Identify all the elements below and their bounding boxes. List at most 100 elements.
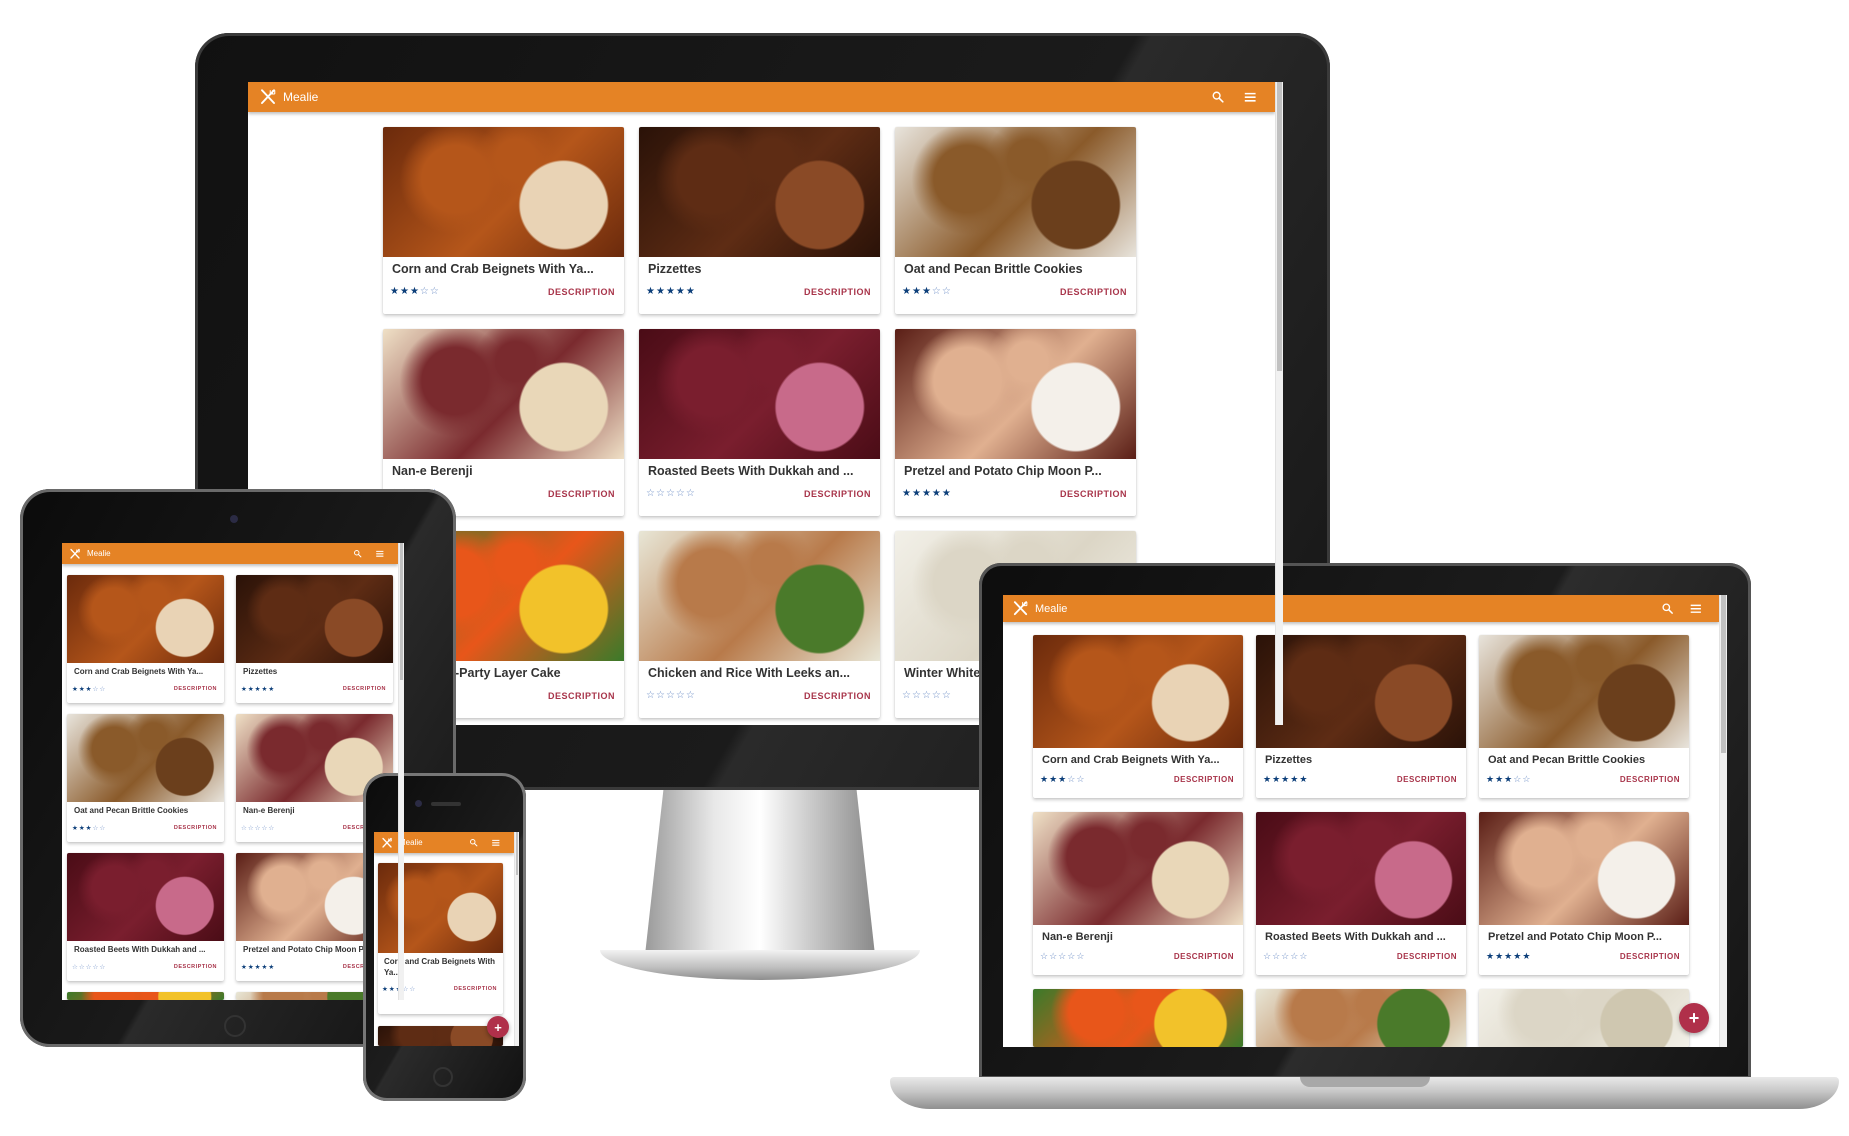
star-rating[interactable]: ★★★★★ — [646, 286, 696, 297]
recipe-image[interactable] — [67, 853, 224, 941]
search-icon[interactable] — [353, 549, 362, 558]
star-filled-icon[interactable]: ★ — [1504, 951, 1513, 961]
star-filled-icon[interactable]: ★ — [922, 488, 932, 499]
star-filled-icon[interactable]: ★ — [241, 686, 248, 693]
star-rating[interactable]: ☆☆☆☆☆ — [241, 824, 275, 832]
recipe-title[interactable]: Pizzettes — [639, 257, 880, 276]
star-filled-icon[interactable]: ★ — [389, 986, 396, 993]
recipe-card[interactable]: Pizzettes ★★★★★ DESCRIPTION — [1256, 635, 1466, 798]
star-empty-icon[interactable]: ☆ — [1076, 951, 1085, 961]
description-button[interactable]: DESCRIPTION — [804, 489, 871, 499]
star-filled-icon[interactable]: ★ — [932, 488, 942, 499]
recipe-image[interactable] — [67, 575, 224, 663]
recipe-card[interactable]: Pretzel and Potato Chip Moon P...★★★★★DE… — [1479, 812, 1689, 975]
recipe-title[interactable]: Pizzettes — [1256, 748, 1466, 766]
scrollbar-thumb[interactable] — [400, 543, 403, 681]
recipe-image[interactable] — [67, 714, 224, 802]
star-empty-icon[interactable]: ☆ — [932, 286, 942, 297]
description-button[interactable]: DESCRIPTION — [1174, 952, 1234, 961]
star-filled-icon[interactable]: ★ — [400, 286, 410, 297]
star-empty-icon[interactable]: ☆ — [1076, 774, 1085, 784]
recipe-image[interactable] — [1256, 812, 1466, 925]
recipe-title[interactable]: Pretzel and Potato Chip Moon P... — [895, 459, 1136, 478]
recipe-image[interactable] — [1479, 812, 1689, 925]
scrollbar[interactable] — [514, 832, 519, 1046]
star-empty-icon[interactable]: ☆ — [99, 964, 106, 971]
recipe-title[interactable]: Nan-e Berenji — [1033, 925, 1243, 943]
star-empty-icon[interactable]: ☆ — [241, 825, 248, 832]
description-button[interactable]: DESCRIPTION — [548, 691, 615, 701]
search-icon[interactable] — [469, 838, 478, 847]
recipe-image[interactable] — [639, 329, 880, 459]
star-empty-icon[interactable]: ☆ — [1290, 951, 1299, 961]
recipe-card[interactable]: Chicken and Rice With Leeks an... ☆☆☆☆☆ DE… — [639, 531, 880, 718]
recipe-title[interactable]: Oat and Pecan Brittle Cookies — [67, 802, 224, 815]
star-filled-icon[interactable]: ★ — [902, 286, 912, 297]
star-filled-icon[interactable]: ★ — [382, 986, 389, 993]
recipe-image[interactable] — [1033, 812, 1243, 925]
recipe-card[interactable]: Nan-e Berenji☆☆☆☆☆DESCRIPTION — [383, 329, 624, 516]
recipe-title[interactable]: Corn and Crab Beignets With Ya... — [1033, 748, 1243, 766]
star-filled-icon[interactable]: ★ — [248, 686, 255, 693]
add-recipe-button[interactable]: + — [487, 1016, 509, 1038]
star-empty-icon[interactable]: ☆ — [1058, 951, 1067, 961]
star-rating[interactable]: ★★★★★ — [241, 685, 275, 693]
search-icon[interactable] — [1211, 90, 1225, 104]
description-button[interactable]: DESCRIPTION — [1060, 287, 1127, 297]
app-title[interactable]: Mealie — [1035, 603, 1067, 615]
recipe-image[interactable] — [1256, 989, 1466, 1047]
star-filled-icon[interactable]: ★ — [656, 286, 666, 297]
fork-knife-icon[interactable] — [69, 548, 81, 560]
star-empty-icon[interactable]: ☆ — [409, 986, 416, 993]
star-empty-icon[interactable]: ☆ — [666, 690, 676, 701]
recipe-card[interactable]: Corn and Crab Beignets With Ya...★★★☆☆DE… — [378, 863, 503, 1014]
recipe-card[interactable]: Corn and Crab Beignets With Ya... ★★★☆☆ DE… — [383, 127, 624, 314]
recipe-image[interactable] — [378, 1026, 503, 1046]
description-button[interactable]: DESCRIPTION — [548, 287, 615, 297]
recipe-image[interactable] — [383, 127, 624, 257]
star-filled-icon[interactable]: ★ — [912, 488, 922, 499]
description-button[interactable]: DESCRIPTION — [548, 489, 615, 499]
star-rating[interactable]: ★★★☆☆ — [72, 685, 106, 693]
star-rating[interactable]: ★★★★★ — [1263, 774, 1308, 785]
star-filled-icon[interactable]: ★ — [1486, 774, 1495, 784]
star-filled-icon[interactable]: ★ — [1495, 774, 1504, 784]
star-empty-icon[interactable]: ☆ — [666, 488, 676, 499]
star-rating[interactable]: ★★★☆☆ — [390, 286, 440, 297]
scrollbar-thumb[interactable] — [1277, 82, 1282, 372]
description-button[interactable]: DESCRIPTION — [343, 686, 386, 692]
star-empty-icon[interactable]: ☆ — [912, 690, 922, 701]
description-button[interactable]: DESCRIPTION — [174, 686, 217, 692]
recipe-title[interactable]: Roasted Beets With Dukkah and ... — [1256, 925, 1466, 943]
star-filled-icon[interactable]: ★ — [912, 286, 922, 297]
description-button[interactable]: DESCRIPTION — [1620, 775, 1680, 784]
recipe-card[interactable]: Oat and Pecan Brittle Cookies ★★★☆☆ DESCRI… — [1479, 635, 1689, 798]
star-rating[interactable]: ★★★★★ — [902, 488, 952, 499]
star-rating[interactable]: ★★★★★ — [1486, 951, 1531, 962]
star-empty-icon[interactable]: ☆ — [686, 488, 696, 499]
star-filled-icon[interactable]: ★ — [390, 286, 400, 297]
star-rating[interactable]: ★★★☆☆ — [1486, 774, 1531, 785]
star-empty-icon[interactable]: ☆ — [922, 690, 932, 701]
star-filled-icon[interactable]: ★ — [666, 286, 676, 297]
recipe-image[interactable] — [639, 531, 880, 661]
recipe-image[interactable] — [378, 863, 503, 953]
star-empty-icon[interactable]: ☆ — [1522, 774, 1531, 784]
recipe-card[interactable]: Oat and Pecan Brittle Cookies ★★★☆☆ DESCRI… — [67, 714, 224, 842]
recipe-title[interactable]: Corn and Crab Beignets With Ya... — [383, 257, 624, 276]
recipe-title[interactable]: Oat and Pecan Brittle Cookies — [895, 257, 1136, 276]
recipe-image[interactable] — [1479, 989, 1689, 1047]
recipe-card[interactable]: Roasted Beets With Dukkah and ... ☆☆☆☆☆ DE… — [639, 329, 880, 516]
plus-icon[interactable]: + — [1689, 1008, 1700, 1029]
fork-knife-icon[interactable] — [1012, 600, 1029, 617]
star-rating[interactable]: ☆☆☆☆☆ — [646, 690, 696, 701]
recipe-title[interactable]: Nan-e Berenji — [383, 459, 624, 478]
star-filled-icon[interactable]: ★ — [268, 686, 275, 693]
recipe-card[interactable] — [67, 992, 224, 1000]
star-rating[interactable]: ★★★☆☆ — [902, 286, 952, 297]
star-empty-icon[interactable]: ☆ — [99, 686, 106, 693]
recipe-card[interactable]: Pretzel and Potato Chip Moon P...★★★★★DE… — [895, 329, 1136, 516]
star-empty-icon[interactable]: ☆ — [248, 825, 255, 832]
star-empty-icon[interactable]: ☆ — [686, 690, 696, 701]
scrollbar-thumb[interactable] — [516, 832, 518, 875]
